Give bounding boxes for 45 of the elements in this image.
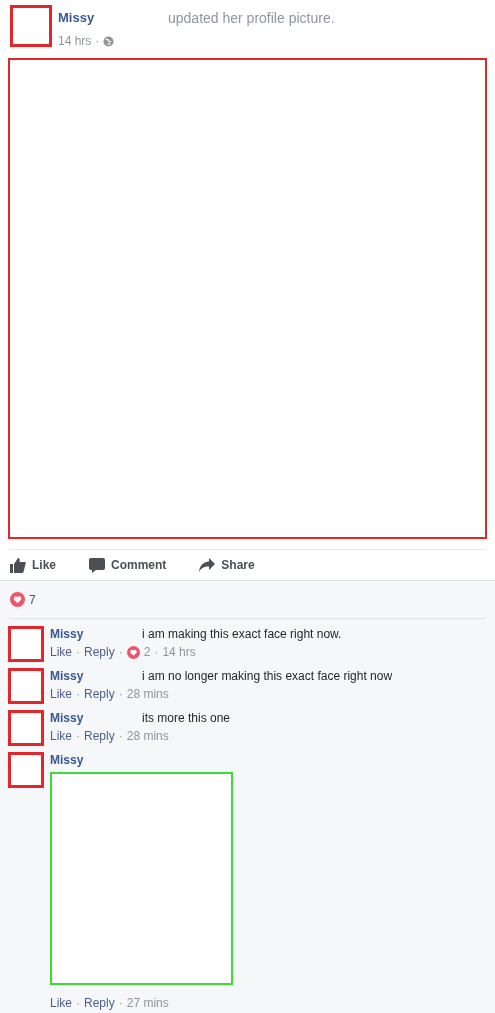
avatar-placeholder <box>8 626 44 662</box>
comment-author[interactable]: Missy <box>50 710 142 726</box>
comment-time: 14 hrs <box>162 644 196 660</box>
separator: · <box>118 686 123 702</box>
comment-action-link[interactable]: Reply <box>84 995 115 1011</box>
comment-time: 28 mins <box>126 686 169 702</box>
globe-icon <box>103 35 115 47</box>
comment-author[interactable]: Missy <box>50 626 142 642</box>
comment-author[interactable]: Missy <box>50 668 142 684</box>
share-arrow-icon <box>199 558 216 572</box>
post-action-button[interactable]: Share <box>199 556 255 574</box>
separator: · <box>95 33 100 50</box>
comment-action-link[interactable]: Like <box>50 995 72 1011</box>
speech-bubble-icon <box>89 557 105 573</box>
comment-time: 28 mins <box>126 728 169 744</box>
separator: · <box>76 686 80 702</box>
separator: · <box>76 995 80 1011</box>
post-action-button[interactable]: Comment <box>89 556 167 574</box>
separator: · <box>76 728 80 744</box>
comment-action-link[interactable]: Like <box>50 728 72 744</box>
separator: · <box>118 728 123 744</box>
author-name[interactable]: Missy <box>58 8 168 29</box>
comment-text: i am making this exact face right now. <box>142 626 342 642</box>
comment-action-link[interactable]: Like <box>50 644 72 660</box>
comment-action-link[interactable]: Reply <box>84 644 115 660</box>
avatar-placeholder <box>8 710 44 746</box>
comment-text: its more this one <box>142 710 231 726</box>
separator: · <box>154 644 159 660</box>
comment-text: i am no longer making this exact face right now <box>142 668 393 684</box>
comment-time: 27 mins <box>126 995 169 1011</box>
separator: · <box>118 995 123 1011</box>
comment-action-link[interactable]: Like <box>50 686 72 702</box>
comment-author[interactable]: Missy <box>50 752 142 768</box>
avatar-placeholder <box>8 668 44 704</box>
thumbs-up-icon <box>10 557 26 573</box>
reaction-count[interactable]: 7 <box>29 590 36 609</box>
post-action-text: updated her profile picture. <box>168 9 335 28</box>
comment-action-link[interactable]: Reply <box>84 686 115 702</box>
separator: · <box>118 644 123 660</box>
post-action-button[interactable]: Like <box>10 556 56 574</box>
reaction-count: 2 <box>143 644 151 660</box>
avatar-placeholder <box>8 752 44 788</box>
comment-action-link[interactable]: Reply <box>84 728 115 744</box>
separator: · <box>76 644 80 660</box>
avatar-placeholder <box>10 5 52 47</box>
